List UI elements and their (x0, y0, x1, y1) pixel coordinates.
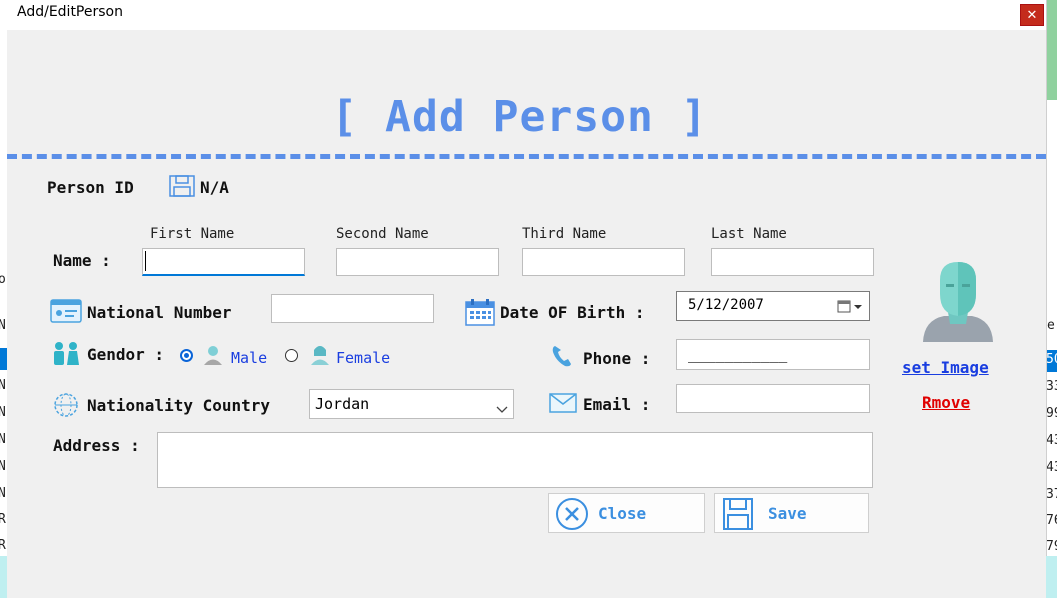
nationality-country-select[interactable]: Jordan (309, 389, 514, 419)
bg-cell: 79 (1046, 539, 1057, 554)
first-name-field[interactable] (142, 248, 305, 276)
last-name-field[interactable] (711, 248, 874, 276)
phone-icon (551, 344, 573, 372)
globe-icon (53, 392, 79, 422)
male-label[interactable]: Male (231, 349, 267, 367)
bg-cell: 43 (1046, 433, 1057, 448)
phone-label: Phone : (583, 349, 651, 368)
bg-cell: N (0, 432, 6, 447)
first-name-header: First Name (150, 226, 235, 242)
female-radio[interactable] (285, 349, 298, 362)
address-field[interactable] (157, 432, 873, 488)
bg-cell: 33 (1046, 379, 1057, 394)
bg-green-bar (1047, 0, 1057, 100)
email-field[interactable] (676, 384, 870, 413)
male-avatar-icon (202, 344, 224, 370)
bg-cell: N (0, 486, 6, 501)
name-label: Name : (53, 251, 111, 270)
title-bar[interactable] (7, 0, 1046, 30)
bg-cell: N (0, 378, 6, 393)
window-close-button[interactable]: ✕ (1020, 4, 1044, 26)
page-title: [ Add Person ] (331, 92, 708, 142)
set-image-link[interactable]: set Image (902, 358, 989, 377)
gender-label: Gendor : (87, 345, 165, 364)
national-number-label: National Number (87, 303, 232, 322)
divider (7, 154, 1046, 159)
close-button-label: Close (598, 504, 647, 523)
id-card-icon (50, 298, 82, 328)
calendar-icon (465, 298, 495, 330)
national-number-field[interactable] (271, 294, 434, 323)
date-of-birth-value: 5/12/2007 (688, 297, 764, 313)
nationality-label: Nationality Country (87, 396, 271, 415)
calendar-dropdown-icon[interactable] (837, 299, 865, 319)
phone-field[interactable]: ___________ (676, 339, 870, 370)
date-of-birth-label: Date OF Birth : (500, 303, 645, 322)
bg-cell: 50 (1046, 352, 1057, 367)
bg-selected-row (0, 348, 7, 370)
second-name-header: Second Name (336, 226, 429, 242)
remove-image-link[interactable]: Rmove (922, 393, 970, 412)
text-caret (145, 251, 146, 271)
second-name-field[interactable] (336, 248, 499, 276)
person-id-label: Person ID (47, 178, 134, 197)
close-circle-icon (555, 497, 589, 535)
bg-cell: N (0, 459, 6, 474)
bg-cell: R (0, 512, 6, 527)
address-label: Address : (53, 436, 140, 455)
nationality-selected-value: Jordan (315, 395, 370, 413)
add-edit-person-dialog (7, 0, 1046, 598)
phone-mask-value: ___________ (688, 345, 788, 363)
bg-cell: 43 (1046, 460, 1057, 475)
male-radio[interactable] (180, 349, 193, 362)
window-title: Add/EditPerson (17, 4, 123, 20)
third-name-header: Third Name (522, 226, 607, 242)
save-button-label: Save (768, 504, 807, 523)
last-name-header: Last Name (711, 226, 787, 242)
gender-icon (52, 341, 80, 371)
background-window-right-edge: e 50 33 99 43 43 37 76 79 (1046, 0, 1057, 598)
date-of-birth-picker[interactable]: 5/12/2007 (676, 291, 870, 321)
bg-cell: 37 (1046, 487, 1057, 502)
female-avatar-icon (309, 344, 331, 370)
person-id-value: N/A (200, 178, 229, 197)
save-disk-icon (722, 497, 754, 535)
bg-cell: N (0, 318, 6, 333)
email-icon (549, 393, 577, 417)
save-disk-icon (168, 174, 196, 202)
person-avatar-icon (918, 260, 998, 348)
close-button[interactable]: Close (548, 493, 705, 533)
female-label[interactable]: Female (336, 349, 390, 367)
third-name-field[interactable] (522, 248, 685, 276)
bg-cell: 99 (1046, 406, 1057, 421)
bg-cell: N (0, 405, 6, 420)
bg-cell: e (1047, 318, 1055, 333)
bg-cell: 76 (1046, 513, 1057, 528)
chevron-down-icon[interactable] (496, 400, 508, 418)
save-button[interactable]: Save (714, 493, 869, 533)
bg-cell: R (0, 538, 6, 553)
email-label: Email : (583, 395, 651, 414)
